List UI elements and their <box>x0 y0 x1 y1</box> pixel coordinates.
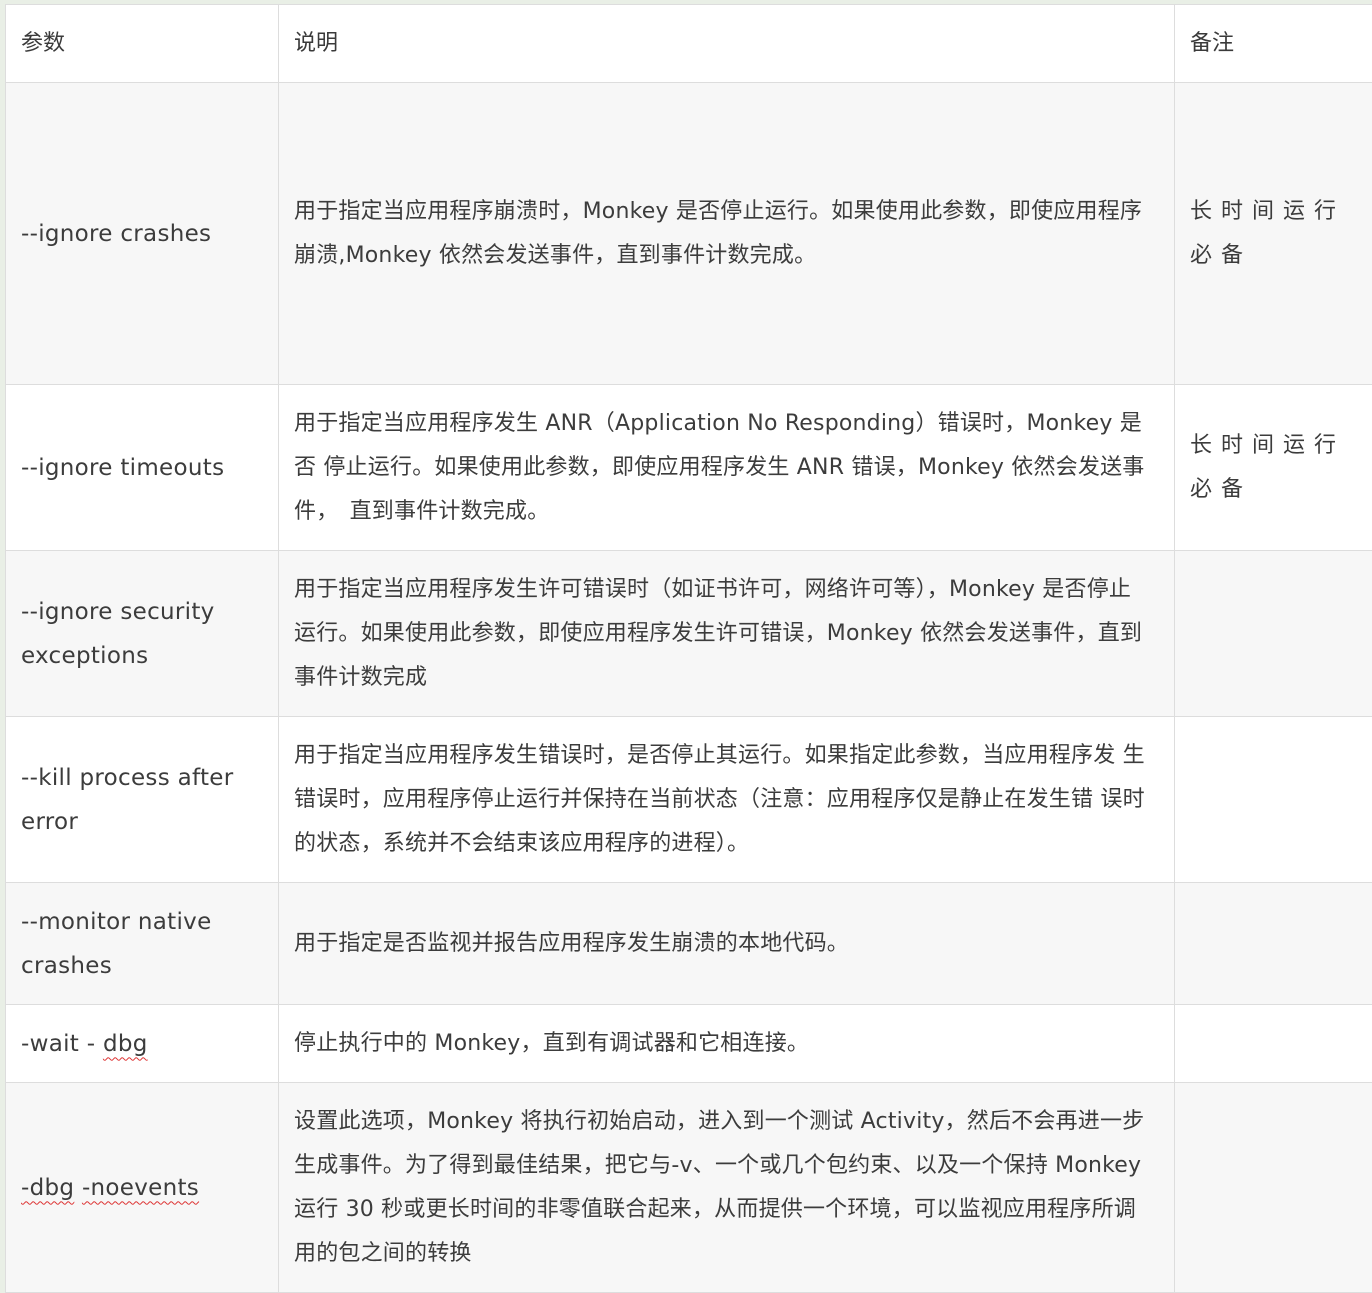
header-param: 参数 <box>6 5 279 83</box>
table-row: --monitor native crashes 用于指定是否监视并报告应用程序… <box>6 883 1372 1005</box>
spellcheck-flagged-word: dbg <box>103 1031 148 1057</box>
header-desc: 说明 <box>279 5 1175 83</box>
desc-cell: 停止执行中的 Monkey，直到有调试器和它相连接。 <box>279 1005 1175 1083</box>
param-cell: --ignore security exceptions <box>6 551 279 717</box>
parameter-table: 参数 说明 备注 --ignore crashes 用于指定当应用程序崩溃时，M… <box>5 4 1372 1293</box>
desc-cell: 设置此选项，Monkey 将执行初始启动，进入到一个测试 Activity，然后… <box>279 1083 1175 1293</box>
param-text: -wait - <box>21 1031 103 1057</box>
desc-cell: 用于指定当应用程序发生许可错误时（如证书许可，网络许可等），Monkey 是否停… <box>279 551 1175 717</box>
param-cell: --monitor native crashes <box>6 883 279 1005</box>
table-row: -dbg -noevents 设置此选项，Monkey 将执行初始启动，进入到一… <box>6 1083 1372 1293</box>
note-cell: 长时间运行必备 <box>1175 385 1372 551</box>
header-note: 备注 <box>1175 5 1372 83</box>
note-cell <box>1175 1083 1372 1293</box>
desc-cell: 用于指定当应用程序发生 ANR（Application No Respondin… <box>279 385 1175 551</box>
spellcheck-flagged-word: -noevents <box>82 1175 199 1201</box>
desc-cell: 用于指定当应用程序崩溃时，Monkey 是否停止运行。如果使用此参数，即使应用程… <box>279 83 1175 385</box>
param-cell: --kill process after error <box>6 717 279 883</box>
param-gap <box>74 1175 82 1201</box>
note-cell <box>1175 717 1372 883</box>
table-row: --ignore security exceptions 用于指定当应用程序发生… <box>6 551 1372 717</box>
desc-cell: 用于指定是否监视并报告应用程序发生崩溃的本地代码。 <box>279 883 1175 1005</box>
param-cell: --ignore crashes <box>6 83 279 385</box>
param-cell: --ignore timeouts <box>6 385 279 551</box>
document-page: 参数 说明 备注 --ignore crashes 用于指定当应用程序崩溃时，M… <box>5 4 1372 1284</box>
note-cell <box>1175 883 1372 1005</box>
spellcheck-flagged-word: -dbg <box>21 1175 74 1201</box>
table-header-row: 参数 说明 备注 <box>6 5 1372 83</box>
table-row: -wait - dbg 停止执行中的 Monkey，直到有调试器和它相连接。 <box>6 1005 1372 1083</box>
table-row: --ignore crashes 用于指定当应用程序崩溃时，Monkey 是否停… <box>6 83 1372 385</box>
table-row: --ignore timeouts 用于指定当应用程序发生 ANR（Applic… <box>6 385 1372 551</box>
desc-cell: 用于指定当应用程序发生错误时，是否停止其运行。如果指定此参数，当应用程序发 生错… <box>279 717 1175 883</box>
note-cell <box>1175 551 1372 717</box>
param-cell: -wait - dbg <box>6 1005 279 1083</box>
note-cell: 长时间运行必备 <box>1175 83 1372 385</box>
table-row: --kill process after error 用于指定当应用程序发生错误… <box>6 717 1372 883</box>
param-cell: -dbg -noevents <box>6 1083 279 1293</box>
note-cell <box>1175 1005 1372 1083</box>
